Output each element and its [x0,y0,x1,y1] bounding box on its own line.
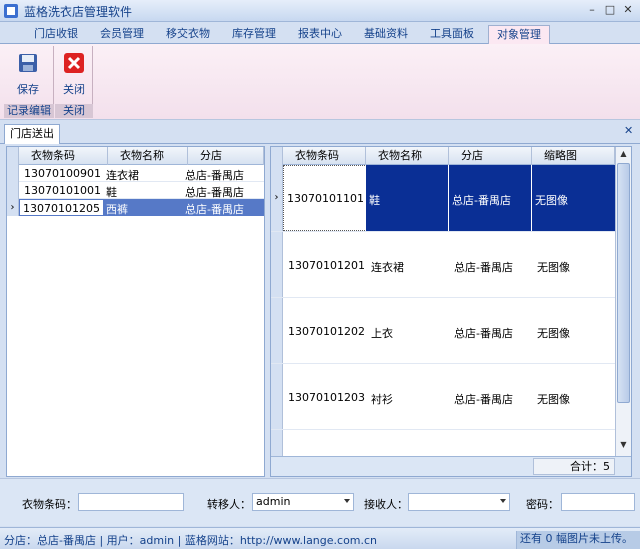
barcode-input[interactable] [78,493,184,511]
column-header-branch[interactable]: 分店 [449,147,532,165]
cell-thumbnail: 无图像 [537,393,570,406]
tab-transfer-clothes[interactable]: 移交衣物 [158,25,218,44]
minimize-button[interactable]: – [584,3,600,17]
left-grid-header: 衣物条码 衣物名称 分店 [7,147,264,165]
total-count: 合计：5 [533,458,615,475]
cell-branch: 总店-番禺店 [182,199,264,216]
upload-status: 还有 0 幅图片未上传。 [516,531,640,549]
cell-name: 衬衫 [371,393,393,406]
close-button[interactable]: 关闭 [56,50,92,102]
title-bar: 蓝格洗衣店管理软件 – □ ✕ [0,0,640,22]
close-button-label: 关闭 [63,83,85,96]
ribbon-group-record-edit: 保存 记录编辑 [4,46,54,118]
transfer-person-label: 转移人： [207,498,251,511]
cell-name: 上衣 [371,327,393,340]
maximize-button[interactable]: □ [602,3,618,17]
column-header-name[interactable]: 衣物名称 [108,147,188,165]
table-row[interactable]: 13070101201 连衣裙 总店-番禺店 无图像 [271,231,615,298]
cell-branch: 总店-番禺店 [454,327,513,340]
window-title: 蓝格洗衣店管理软件 [24,5,133,19]
close-icon [64,53,84,73]
tab-store-checkout[interactable]: 门店收银 [26,25,86,44]
tab-member-management[interactable]: 会员管理 [92,25,152,44]
tab-basic-data[interactable]: 基础资料 [356,25,416,44]
cell-barcode: 13070100901 [24,167,101,180]
cell-thumbnail: 无图像 [537,327,570,340]
tab-object-management[interactable]: 对象管理 [488,25,550,44]
close-document-icon[interactable]: ✕ [624,124,633,137]
tab-tools[interactable]: 工具面板 [422,25,482,44]
table-row-selected[interactable]: › 13070101101 鞋 总店-番禺店 无图像 [271,165,615,231]
table-row[interactable]: 13070101203 衬衫 总店-番禺店 无图像 [271,363,615,430]
tab-reports[interactable]: 报表中心 [290,25,350,44]
cell-branch: 总店-番禺店 [185,169,244,182]
cell-barcode: 13070101201 [288,259,365,272]
ribbon-group-label: 记录编辑 [4,104,54,118]
right-grid-header: 衣物条码 衣物名称 分店 缩略图 [271,147,615,165]
save-icon [19,54,37,72]
column-header-branch[interactable]: 分店 [188,147,264,165]
ribbon-group-close: 关闭 关闭 [55,46,93,118]
column-header-thumbnail[interactable]: 缩略图 [532,147,615,165]
ribbon-tabstrip: 门店收银 会员管理 移交衣物 库存管理 报表中心 基础资料 工具面板 对象管理 [0,22,640,44]
cell-barcode: 13070101101 [283,165,367,231]
cell-name: 连衣裙 [106,169,139,182]
close-window-button[interactable]: ✕ [620,3,636,17]
cell-branch: 总店-番禺店 [454,393,513,406]
vertical-scrollbar[interactable]: ▲ ▼ [615,147,631,456]
cell-thumbnail: 无图像 [532,165,615,231]
cell-name: 鞋 [106,186,117,199]
table-row[interactable]: 13070101001 鞋 总店-番禺店 [7,182,264,199]
receiver-select[interactable] [408,493,510,511]
scroll-up-icon[interactable]: ▲ [618,149,629,161]
column-header-name[interactable]: 衣物名称 [366,147,449,165]
column-header-barcode[interactable]: 衣物条码 [19,147,108,165]
cell-branch: 总店-番禺店 [185,186,244,199]
receiver-label: 接收人： [364,498,408,511]
table-row-selected[interactable]: › 13070101205 西裤 总店-番禺店 [7,199,264,216]
tab-inventory[interactable]: 库存管理 [224,25,284,44]
document-tabstrip: 门店送出 [0,120,640,144]
column-header-barcode[interactable]: 衣物条码 [283,147,366,165]
transfer-person-select[interactable]: admin [252,493,354,511]
cell-barcode: 13070101001 [24,184,101,197]
app-icon [4,4,18,18]
save-button[interactable]: 保存 [10,50,46,102]
cell-name: 西裤 [103,199,182,216]
status-bar: 分店：总店-番禺店 | 用户：admin | 蓝格网站：http://www.l… [0,527,640,549]
cell-barcode: 13070101205 [19,199,108,216]
cell-name: 连衣裙 [371,261,404,274]
right-grid: 衣物条码 衣物名称 分店 缩略图 › 13070101101 鞋 总店-番禺店 … [270,146,632,477]
table-row[interactable]: 13070100901 连衣裙 总店-番禺店 [7,165,264,182]
row-pointer-icon: › [7,199,19,216]
chevron-down-icon [344,499,350,503]
left-grid: 衣物条码 衣物名称 分店 13070100901 连衣裙 总店-番禺店 1307… [6,146,265,477]
transfer-form: 衣物条码： 转移人： admin 接收人： 密码： [0,478,640,526]
ribbon-group-label: 关闭 [55,104,93,118]
cell-name: 鞋 [366,165,449,231]
cell-branch: 总店-番禺店 [454,261,513,274]
password-input[interactable] [561,493,635,511]
chevron-down-icon [500,499,506,503]
cell-thumbnail: 无图像 [537,261,570,274]
scroll-down-icon[interactable]: ▼ [618,440,629,452]
cell-branch: 总店-番禺店 [449,165,532,231]
scrollbar-thumb[interactable] [617,163,630,403]
tab-store-send-out[interactable]: 门店送出 [4,124,60,144]
cell-barcode: 13070101203 [288,391,365,404]
table-row[interactable]: 13070101202 上衣 总店-番禺店 无图像 [271,297,615,364]
ribbon-panel: 保存 记录编辑 关闭 关闭 [0,44,640,120]
table-row[interactable] [271,429,615,456]
save-button-label: 保存 [17,83,39,96]
grid-footer: 合计：5 [271,456,631,476]
password-label: 密码： [526,498,559,511]
transfer-person-value: admin [256,495,291,508]
cell-barcode: 13070101202 [288,325,365,338]
barcode-label: 衣物条码： [22,498,77,511]
status-info: 分店：总店-番禺店 | 用户：admin | 蓝格网站：http://www.l… [4,534,378,547]
row-pointer-icon: › [271,165,283,231]
